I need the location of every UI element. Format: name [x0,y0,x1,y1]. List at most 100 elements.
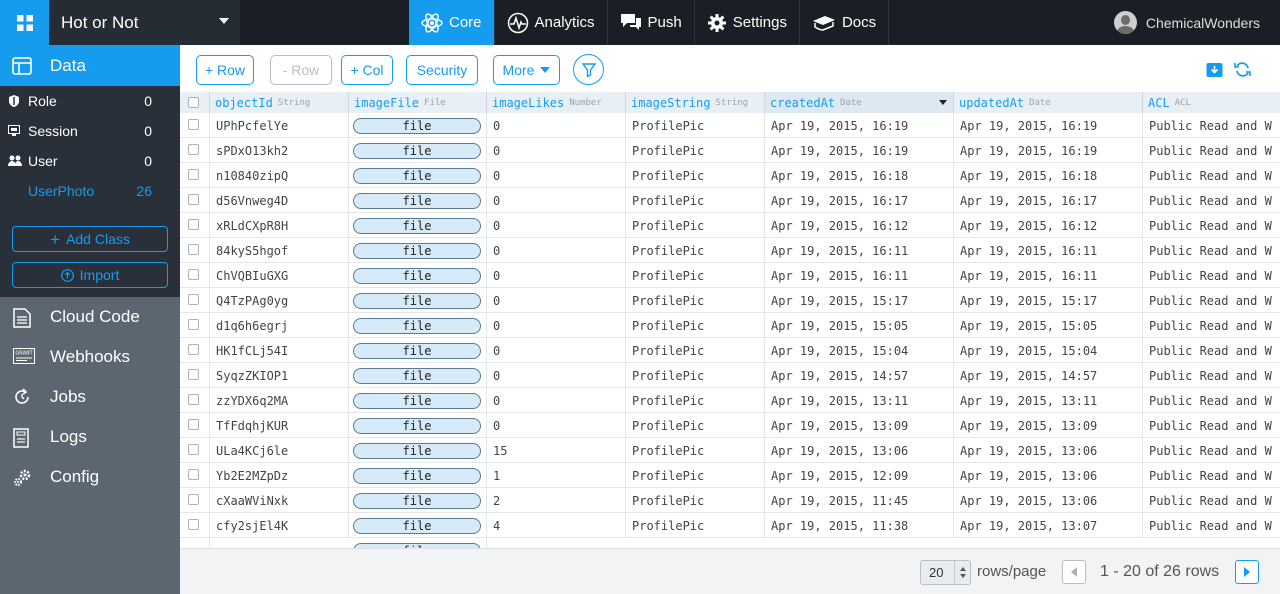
table-row[interactable]: Q4TzPAg0yg file 0 ProfilePic Apr 19, 2015, 1… [180,288,1280,313]
cell-imageFile[interactable]: file [349,513,487,538]
cell-ACL[interactable]: Public Read and W [1143,213,1280,238]
cell-objectId[interactable]: cfy2sjEl4K [210,513,349,538]
class-item-role[interactable]: Role 0 [0,86,180,116]
rows-per-page-select[interactable]: 20 [920,560,971,585]
cell-imageFile[interactable]: file [349,413,487,438]
row-checkbox[interactable] [188,519,199,530]
column-header[interactable]: createdAt Date [765,92,954,113]
cell-updatedAt[interactable]: Apr 19, 2015, 15:05 [954,313,1143,338]
cell-objectId[interactable]: Yb2E2MZpDz [210,463,349,488]
cell-ACL[interactable]: Public Read and W [1143,238,1280,263]
cell-imageString[interactable]: ProfilePic [626,463,765,488]
cell-updatedAt[interactable]: Apr 19, 2015, 15:04 [954,338,1143,363]
previous-page-button[interactable] [1062,560,1086,584]
nav-analytics[interactable]: Analytics [495,0,608,45]
cell-imageString[interactable]: ProfilePic [626,363,765,388]
sidebar-item-cloud-code[interactable]: Cloud Code [0,297,180,337]
table-row[interactable]: Yb2E2MZpDz file 1 ProfilePic Apr 19, 2015, 1… [180,463,1280,488]
column-header[interactable]: objectId String [210,92,349,113]
cell-imageFile[interactable]: file [349,438,487,463]
cell-updatedAt[interactable]: Apr 19, 2015, 13:06 [954,488,1143,513]
cell-ACL[interactable]: Public Read and W [1143,138,1280,163]
cell-createdAt[interactable]: Apr 19, 2015, 13:09 [765,413,954,438]
file-pill[interactable]: file [353,492,481,509]
download-icon[interactable] [1206,61,1223,78]
cell-objectId[interactable]: ULa4KCj6le [210,438,349,463]
cell-imageLikes[interactable]: 0 [487,213,626,238]
cell-imageString[interactable]: ProfilePic [626,138,765,163]
file-pill[interactable]: file [353,317,481,334]
cell-imageLikes[interactable]: 0 [487,163,626,188]
cell-imageLikes[interactable]: 0 [487,188,626,213]
cell-imageLikes[interactable]: 0 [487,263,626,288]
app-selector[interactable]: Hot or Not [49,0,240,45]
cell-objectId[interactable]: Q4TzPAg0yg [210,288,349,313]
cell-imageString[interactable]: ProfilePic [626,263,765,288]
cell-ACL[interactable]: Public Read and W [1143,513,1280,538]
remove-row-button[interactable]: - Row [270,55,332,85]
cell-imageFile[interactable]: file [349,113,487,138]
cell-ACL[interactable]: Public Read and W [1143,463,1280,488]
cell-objectId[interactable]: n10840zipQ [210,163,349,188]
row-checkbox[interactable] [188,219,199,230]
cell-ACL[interactable]: Public Read and W [1143,438,1280,463]
row-checkbox[interactable] [188,319,199,330]
file-pill[interactable]: file [353,367,481,384]
cell-updatedAt[interactable]: Apr 19, 2015, 13:06 [954,463,1143,488]
file-pill[interactable]: file [353,442,481,459]
cell-imageLikes[interactable]: 0 [487,313,626,338]
table-row[interactable]: UPhPcfelYe file 0 ProfilePic Apr 19, 2015, 1… [180,113,1280,138]
cell-imageLikes[interactable]: 0 [487,138,626,163]
table-row[interactable]: d1q6h6egrj file 0 ProfilePic Apr 19, 2015, 1… [180,313,1280,338]
table-row[interactable]: d56Vnweg4D file 0 ProfilePic Apr 19, 2015, 1… [180,188,1280,213]
file-pill[interactable]: file [353,217,481,234]
security-button[interactable]: Security [406,55,478,85]
cell-createdAt[interactable]: Apr 19, 2015, 16:17 [765,188,954,213]
sidebar-section-data[interactable]: Data [0,45,180,86]
cell-imageString[interactable]: ProfilePic [626,213,765,238]
add-row-button[interactable]: + Row [196,55,254,85]
table-row[interactable]: cfy2sjEl4K file 4 ProfilePic Apr 19, 2015, 1… [180,513,1280,538]
row-checkbox[interactable] [188,244,199,255]
cell-createdAt[interactable]: Apr 19, 2015, 16:11 [765,263,954,288]
cell-ACL[interactable]: Public Read and W [1143,413,1280,438]
cell-imageFile[interactable]: file [349,138,487,163]
file-pill[interactable]: file [353,192,481,209]
row-checkbox[interactable] [188,344,199,355]
table-row[interactable]: zzYDX6q2MA file 0 ProfilePic Apr 19, 2015, 1… [180,388,1280,413]
row-checkbox[interactable] [188,394,199,405]
column-header[interactable]: ACL ACL [1143,92,1280,113]
cell-updatedAt[interactable]: Apr 19, 2015, 16:19 [954,138,1143,163]
cell-createdAt[interactable]: Apr 19, 2015, 14:57 [765,363,954,388]
sidebar-item-webhooks[interactable]: GRANT Webhooks [0,337,180,377]
cell-ACL[interactable]: Public Read and W [1143,263,1280,288]
column-header[interactable]: imageString String [626,92,765,113]
file-pill[interactable]: file [353,142,481,159]
cell-updatedAt[interactable]: Apr 19, 2015, 16:11 [954,238,1143,263]
cell-imageString[interactable]: ProfilePic [626,113,765,138]
cell-updatedAt[interactable]: Apr 19, 2015, 13:11 [954,388,1143,413]
cell-updatedAt[interactable]: Apr 19, 2015, 16:17 [954,188,1143,213]
nav-core[interactable]: Core [409,0,495,45]
cell-createdAt[interactable]: Apr 19, 2015, 16:19 [765,113,954,138]
file-pill[interactable]: file [353,517,481,534]
column-header[interactable]: updatedAt Date [954,92,1143,113]
file-pill[interactable]: file [353,392,481,409]
cell-updatedAt[interactable]: Apr 19, 2015, 16:11 [954,263,1143,288]
select-all-checkbox[interactable] [188,97,199,108]
file-pill[interactable]: file [353,467,481,484]
cell-imageLikes[interactable]: 0 [487,338,626,363]
file-pill[interactable]: file [353,292,481,309]
cell-ACL[interactable]: Public Read and W [1143,363,1280,388]
file-pill[interactable]: file [353,342,481,359]
cell-ACL[interactable]: Public Read and W [1143,338,1280,363]
file-pill[interactable]: file [353,417,481,434]
file-pill[interactable]: file [353,167,481,184]
table-row[interactable]: xRLdCXpR8H file 0 ProfilePic Apr 19, 2015, 1… [180,213,1280,238]
cell-createdAt[interactable]: Apr 19, 2015, 15:04 [765,338,954,363]
refresh-icon[interactable] [1234,61,1251,78]
apps-menu-button[interactable] [0,0,49,45]
cell-ACL[interactable]: Public Read and W [1143,288,1280,313]
cell-ACL[interactable]: Public Read and W [1143,113,1280,138]
cell-imageFile[interactable]: file [349,213,487,238]
